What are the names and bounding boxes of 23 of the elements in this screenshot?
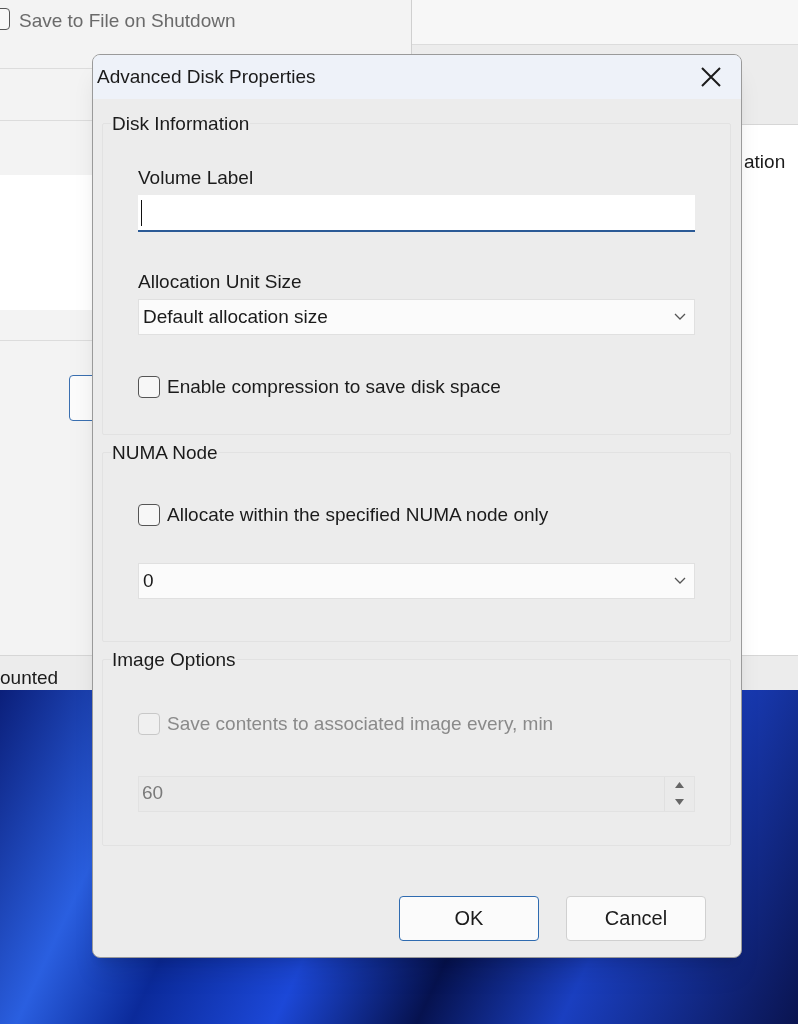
checkbox-label: Save contents to associated image every, min (167, 712, 554, 736)
text-field[interactable] (138, 195, 695, 232)
triangle-up-icon (675, 782, 684, 788)
dialog-button[interactable]: OK (399, 895, 539, 941)
dialog-title: Advanced Disk Properties (97, 64, 316, 89)
dropdown[interactable]: 0 (138, 563, 695, 599)
checkbox-label: Save to File on Shutdown (19, 9, 236, 33)
column-header: ation (744, 150, 786, 174)
status-text: ounted (0, 666, 59, 690)
checkbox-label: Allocate within the specified NUMA node only (167, 502, 549, 527)
close-icon (701, 67, 721, 87)
triangle-down-icon (675, 799, 684, 805)
chevron-down-icon (674, 577, 686, 585)
dropdown[interactable]: Default allocation size (138, 299, 695, 335)
close-button[interactable] (699, 65, 723, 89)
chevron-down-icon (674, 313, 686, 321)
dialog-button[interactable]: Cancel (566, 895, 706, 941)
field-label: Allocation Unit Size (138, 270, 303, 294)
field-label: Volume Label (138, 166, 255, 190)
checkbox[interactable] (138, 376, 160, 399)
checkbox[interactable] (138, 503, 160, 526)
text-cursor (141, 199, 142, 226)
checkbox-label: Enable compression to save disk space (167, 375, 501, 399)
